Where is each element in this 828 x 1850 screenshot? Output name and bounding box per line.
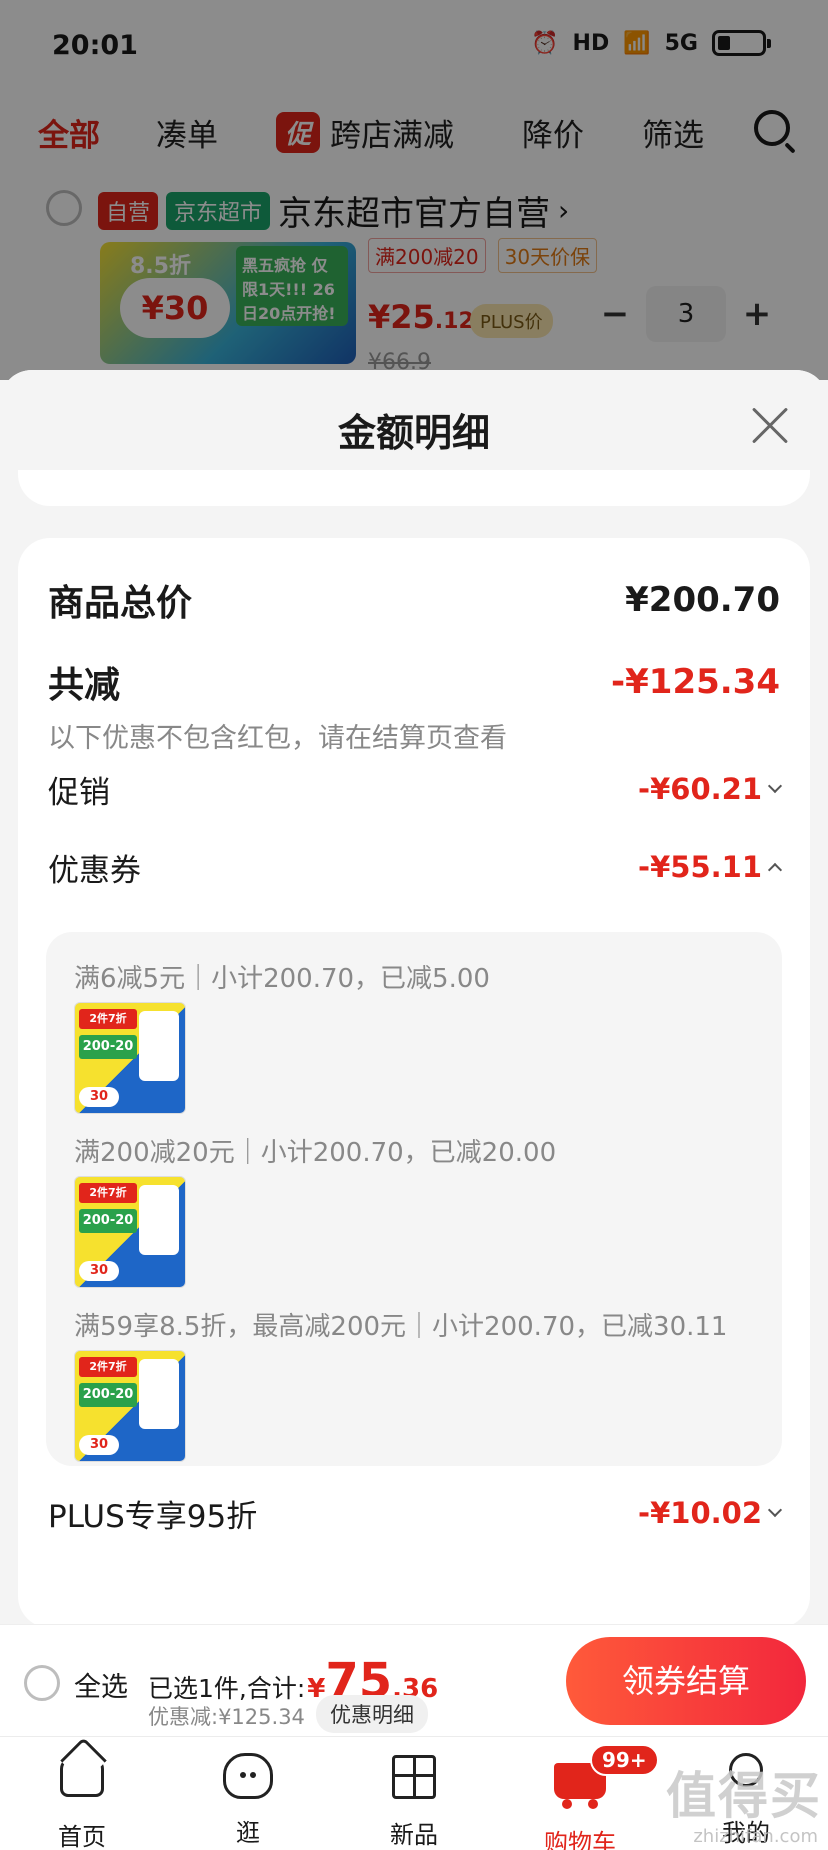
checkout-bar: 全选 已选1件,合计: ¥ 75 .36 优惠减:¥125.34 优惠明细 领券…	[0, 1624, 828, 1736]
coupon-desc: 满59享8.5折，最高减200元｜小计200.70，已减30.11	[74, 1312, 728, 1342]
tab-cart-label: 购物车	[544, 1829, 616, 1850]
thumb-text: 30	[79, 1435, 119, 1455]
thumb-text: 30	[79, 1087, 119, 1107]
thumb-rice-bag	[139, 1359, 179, 1429]
thumb-text: 200-20	[79, 1209, 137, 1233]
thumb-text: 200-20	[79, 1035, 137, 1059]
face-icon	[220, 1753, 276, 1809]
tab-home[interactable]: 首页	[22, 1747, 142, 1850]
thumb-text: 2件7折	[79, 1183, 137, 1203]
coupon-amount: -¥55.11	[638, 850, 762, 884]
total-price-row: 商品总价 ¥200.70	[48, 574, 780, 626]
selected-count: 已选1件,合计:	[148, 1674, 306, 1703]
promotion-value: -¥60.21	[638, 772, 783, 806]
home-icon	[54, 1757, 110, 1813]
thumb-text: 2件7折	[79, 1357, 137, 1377]
thumb-text: 2件7折	[79, 1009, 137, 1029]
chevron-up-icon	[767, 862, 783, 878]
plus-discount-row[interactable]: PLUS专享95折 -¥10.02	[48, 1488, 783, 1538]
watermark-url: zhizhifan.com	[693, 1826, 818, 1847]
tab-new[interactable]: 新品	[354, 1747, 474, 1850]
tab-new-label: 新品	[390, 1821, 438, 1849]
product-thumbnail: 2件7折 200-20 30	[74, 1002, 186, 1114]
previous-card-edge	[18, 470, 810, 506]
close-icon[interactable]	[750, 406, 790, 446]
tab-browse-label: 逛	[236, 1819, 260, 1847]
promotion-label: 促销	[48, 774, 110, 811]
modal-overlay[interactable]	[0, 0, 828, 380]
plus-discount-value: -¥10.02	[638, 1496, 783, 1530]
plus-discount-label: PLUS专享95折	[48, 1498, 258, 1535]
cart-count-badge: 99+	[590, 1744, 659, 1776]
watermark-logo: 值得买	[666, 1767, 822, 1825]
total-reduce-row: 共减 -¥125.34	[48, 656, 780, 708]
total-reduce-value: -¥125.34	[611, 662, 780, 702]
plus-discount-amount: -¥10.02	[638, 1496, 762, 1530]
coupon-detail-box: 满6减5元｜小计200.70，已减5.00 2件7折 200-20 30 满20…	[46, 932, 782, 1466]
product-thumbnail: 2件7折 200-20 30	[74, 1176, 186, 1288]
thumb-rice-bag	[139, 1011, 179, 1081]
total-reduce-label: 共减	[48, 665, 121, 706]
box-icon	[386, 1755, 442, 1811]
chevron-down-icon	[767, 1502, 783, 1518]
discount-note: 以下优惠不包含红包，请在结算页查看	[48, 723, 507, 754]
product-thumbnail: 2件7折 200-20 30	[74, 1350, 186, 1462]
coupon-value: -¥55.11	[638, 850, 783, 884]
saved-amount: 优惠减:¥125.34	[148, 1705, 305, 1729]
thumb-text: 30	[79, 1261, 119, 1281]
coupon-desc: 满200减20元｜小计200.70，已减20.00	[74, 1138, 557, 1168]
coupon-desc: 满6减5元｜小计200.70，已减5.00	[74, 964, 490, 994]
amount-detail-sheet: 金额明细 商品总价 ¥200.70 共减 -¥125.34 以下优惠不包含红包，…	[0, 370, 828, 1624]
thumb-rice-bag	[139, 1185, 179, 1255]
amount-detail-card: 商品总价 ¥200.70 共减 -¥125.34 以下优惠不包含红包，请在结算页…	[18, 538, 810, 1624]
thumb-text: 200-20	[79, 1383, 137, 1407]
tab-browse[interactable]: 逛	[188, 1747, 308, 1848]
total-price-value: ¥200.70	[625, 580, 780, 620]
discount-detail-button[interactable]: 优惠明细	[316, 1695, 428, 1733]
promotion-amount: -¥60.21	[638, 772, 762, 806]
tab-home-label: 首页	[58, 1823, 106, 1850]
promotion-row[interactable]: 促销 -¥60.21	[48, 764, 783, 814]
coupon-label: 优惠券	[48, 852, 141, 889]
coupon-row[interactable]: 优惠券 -¥55.11	[48, 842, 783, 892]
total-price-label: 商品总价	[48, 583, 193, 624]
sheet-title: 金额明细	[337, 411, 490, 455]
chevron-down-icon	[767, 778, 783, 794]
sheet-header: 金额明细	[0, 370, 828, 480]
select-all-radio[interactable]	[24, 1665, 60, 1701]
select-all-label[interactable]: 全选	[74, 1665, 128, 1704]
checkout-button[interactable]: 领券结算	[566, 1637, 806, 1725]
